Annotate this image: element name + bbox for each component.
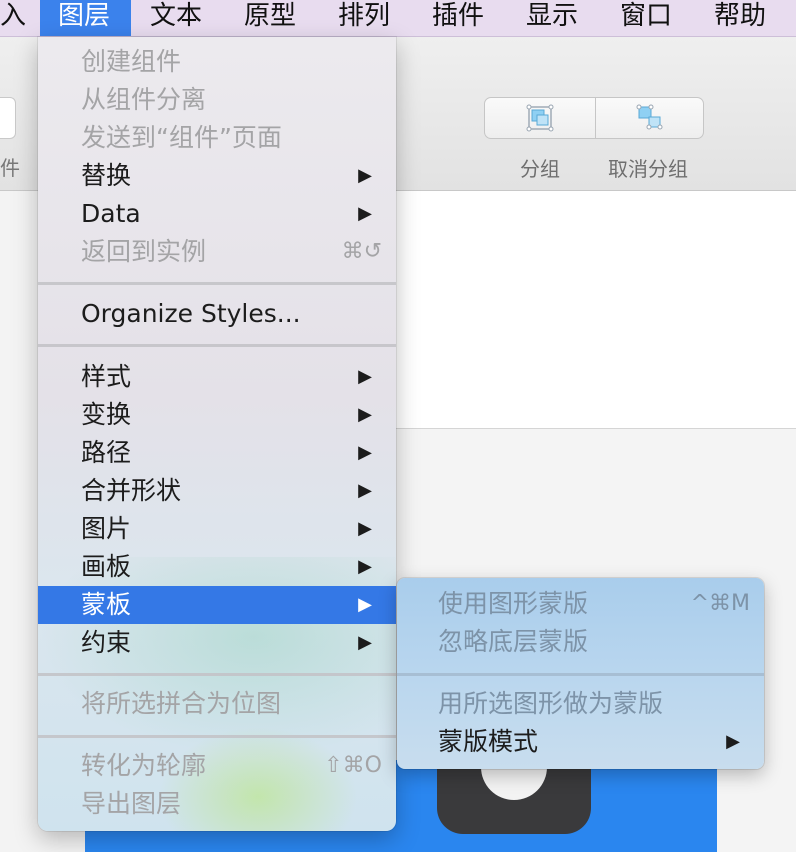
layer-menu: 创建组件 从组件分离 发送到“组件”页面 替换 ▶ Data ▶ 返回到实例 ⌘… <box>38 37 396 831</box>
menu-item-return-to-instance[interactable]: 返回到实例 ⌘↺ <box>38 233 396 271</box>
triangle-right-icon: ▶ <box>358 632 372 653</box>
menu-item-path[interactable]: 路径 ▶ <box>38 434 396 472</box>
triangle-right-icon: ▶ <box>358 594 372 615</box>
menu-item-shortcut: ⇧⌘O <box>324 753 382 778</box>
submenu-item-label: 忽略底层蒙版 <box>438 627 589 656</box>
menu-item-label: Data <box>81 199 141 228</box>
ungroup-icon <box>636 104 662 130</box>
menubar-item-layer[interactable]: 图层 <box>40 0 131 36</box>
toolbar-component-label: 件 <box>0 156 20 180</box>
menu-item-label: 样式 <box>81 362 132 391</box>
triangle-right-icon: ▶ <box>358 203 372 224</box>
canvas-app-icon-shape[interactable] <box>437 762 591 834</box>
menu-item-send-to-components-page[interactable]: 发送到“组件”页面 <box>38 119 396 157</box>
submenu-separator <box>397 673 764 676</box>
submenu-item-mask-with-selected-shape[interactable]: 用所选图形做为蒙版 <box>397 685 764 723</box>
menu-item-shortcut: ⌘↺ <box>341 239 382 264</box>
menubar-item-prototype[interactable]: 原型 <box>234 0 306 36</box>
menu-item-detach-from-component[interactable]: 从组件分离 <box>38 81 396 119</box>
group-label: 分组 <box>520 157 560 181</box>
triangle-right-icon: ▶ <box>358 480 372 501</box>
menu-item-flatten-to-bitmap[interactable]: 将所选拼合为位图 <box>38 685 396 723</box>
menu-item-export-layers[interactable]: 导出图层 <box>38 785 396 823</box>
menu-item-label: 导出图层 <box>81 789 182 818</box>
menu-item-artboard[interactable]: 画板 ▶ <box>38 548 396 586</box>
menu-item-create-component[interactable]: 创建组件 <box>38 43 396 81</box>
menubar-item-arrange[interactable]: 排列 <box>328 0 400 36</box>
submenu-item-label: 使用图形蒙版 <box>438 589 589 618</box>
triangle-right-icon: ▶ <box>358 442 372 463</box>
menu-item-mask[interactable]: 蒙板 ▶ <box>38 586 396 624</box>
menu-item-label: Organize Styles... <box>81 299 301 328</box>
menu-item-label: 路径 <box>81 438 132 467</box>
triangle-right-icon: ▶ <box>726 731 740 752</box>
menubar-item-plugins[interactable]: 插件 <box>422 0 494 36</box>
group-icon <box>526 104 554 132</box>
mask-submenu: 使用图形蒙版 ^⌘M 忽略底层蒙版 用所选图形做为蒙版 蒙版模式 ▶ <box>397 578 764 769</box>
menu-item-replace[interactable]: 替换 ▶ <box>38 157 396 195</box>
menu-item-label: 从组件分离 <box>81 85 207 114</box>
menu-item-style[interactable]: 样式 ▶ <box>38 358 396 396</box>
canvas-artboard[interactable] <box>396 191 796 429</box>
menu-item-label: 约束 <box>81 628 132 657</box>
menu-item-image[interactable]: 图片 ▶ <box>38 510 396 548</box>
submenu-item-label: 蒙版模式 <box>438 727 539 756</box>
menu-bar: 入 图层 文本 原型 排列 插件 显示 窗口 帮助 <box>0 0 796 37</box>
menu-item-constraints[interactable]: 约束 ▶ <box>38 624 396 662</box>
menu-item-label: 画板 <box>81 552 132 581</box>
menubar-item-view[interactable]: 显示 <box>516 0 588 36</box>
menu-item-combine-shapes[interactable]: 合并形状 ▶ <box>38 472 396 510</box>
menu-item-label: 发送到“组件”页面 <box>81 123 282 152</box>
ungroup-label: 取消分组 <box>608 157 688 181</box>
menu-item-label: 创建组件 <box>81 47 182 76</box>
menu-separator <box>38 673 396 676</box>
triangle-right-icon: ▶ <box>358 366 372 387</box>
menubar-item-text[interactable]: 文本 <box>140 0 212 36</box>
triangle-right-icon: ▶ <box>358 518 372 539</box>
submenu-item-mask-mode[interactable]: 蒙版模式 ▶ <box>397 723 764 761</box>
menu-separator <box>38 735 396 738</box>
menu-item-data[interactable]: Data ▶ <box>38 195 396 233</box>
menubar-item-window[interactable]: 窗口 <box>610 0 682 36</box>
submenu-item-shortcut: ^⌘M <box>690 591 750 616</box>
menu-item-label: 将所选拼合为位图 <box>81 689 282 718</box>
menu-item-organize-styles[interactable]: Organize Styles... <box>38 295 396 333</box>
menu-item-label: 返回到实例 <box>81 237 207 266</box>
menu-item-label: 替换 <box>81 161 132 190</box>
ungroup-button[interactable] <box>596 97 704 139</box>
toolbar-component-button[interactable] <box>0 97 16 139</box>
menu-item-label: 转化为轮廓 <box>81 751 207 780</box>
menubar-item-insert[interactable]: 入 <box>0 0 36 36</box>
menubar-item-help[interactable]: 帮助 <box>704 0 776 36</box>
menu-separator <box>38 282 396 285</box>
menu-item-label: 图片 <box>81 514 132 543</box>
menu-item-label: 变换 <box>81 400 132 429</box>
menu-separator <box>38 344 396 347</box>
submenu-item-ignore-underlying-mask[interactable]: 忽略底层蒙版 <box>397 623 764 661</box>
menu-item-transform[interactable]: 变换 ▶ <box>38 396 396 434</box>
menu-item-label: 蒙板 <box>81 590 132 619</box>
group-button[interactable] <box>484 97 596 139</box>
triangle-right-icon: ▶ <box>358 165 372 186</box>
triangle-right-icon: ▶ <box>358 404 372 425</box>
triangle-right-icon: ▶ <box>358 556 372 577</box>
submenu-item-use-as-mask[interactable]: 使用图形蒙版 ^⌘M <box>397 585 764 623</box>
submenu-item-label: 用所选图形做为蒙版 <box>438 689 664 718</box>
menu-item-convert-to-outlines[interactable]: 转化为轮廓 ⇧⌘O <box>38 747 396 785</box>
menu-item-label: 合并形状 <box>81 476 182 505</box>
